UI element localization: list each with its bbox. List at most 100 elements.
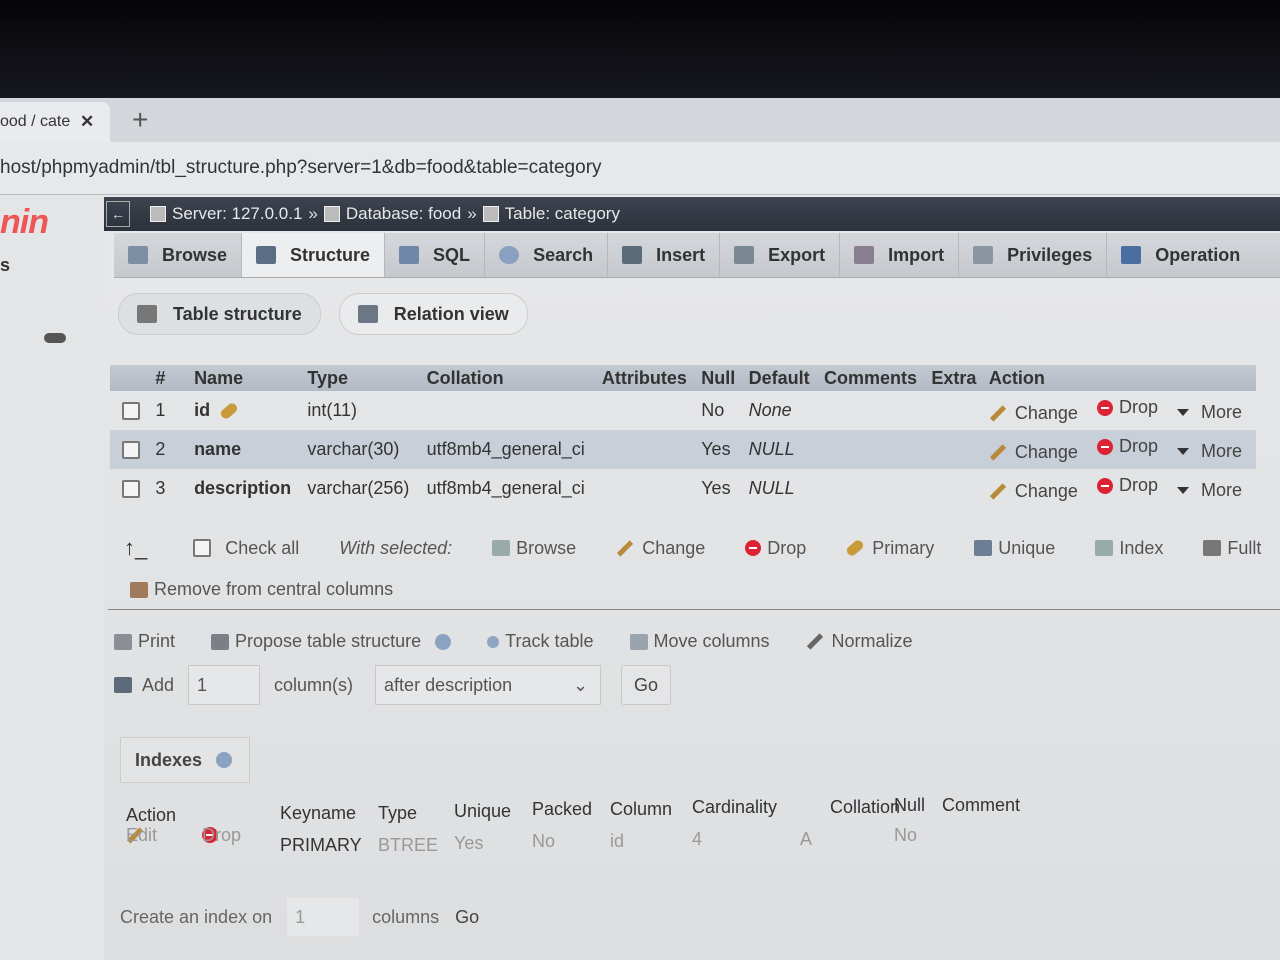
subtab-label: Table structure: [173, 303, 302, 324]
navigation-panel: nin s: [0, 195, 104, 960]
structure-subtabs: Table structure Relation view: [118, 293, 528, 335]
row-number: 3: [155, 478, 166, 498]
nav-home-icon[interactable]: s: [0, 255, 10, 276]
print-button[interactable]: Print: [114, 631, 175, 652]
idx-header-collation: Collation: [830, 797, 901, 817]
create-index-go-button[interactable]: Go: [455, 898, 479, 936]
url-text: host/phpmyadmin/tbl_structure.php?server…: [0, 157, 602, 178]
drop-button[interactable]: Drop: [1096, 475, 1158, 496]
drop-icon: [1096, 438, 1113, 455]
column-default: None: [748, 400, 792, 420]
main-tabs: Browse Structure SQL Search Insert Expor…: [114, 233, 1280, 278]
more-button[interactable]: More: [1176, 480, 1242, 501]
structure-table: # Name Type Collation Attributes Null De…: [110, 365, 1256, 508]
move-columns-button[interactable]: Move columns: [629, 631, 770, 652]
indexes-toggle[interactable]: Indexes: [120, 737, 250, 783]
idx-header-null: Null: [894, 795, 926, 815]
bulk-fulltext-button[interactable]: Fullt: [1203, 538, 1261, 559]
help-icon[interactable]: [435, 633, 452, 650]
column-position-value: after description: [384, 674, 513, 695]
drop-label: Drop: [1118, 436, 1158, 457]
tab-insert[interactable]: Insert: [608, 233, 721, 277]
more-button[interactable]: More: [1176, 441, 1242, 462]
address-bar[interactable]: host/phpmyadmin/tbl_structure.php?server…: [0, 142, 1280, 195]
column-position-select[interactable]: after description ⌄: [375, 665, 602, 705]
breadcrumb-table[interactable]: Table: category: [482, 204, 620, 224]
track-table-button[interactable]: Track table: [487, 631, 594, 652]
bulk-drop-button[interactable]: Drop: [745, 538, 806, 559]
breadcrumb-server[interactable]: Server: 127.0.0.1: [150, 204, 302, 224]
tab-sql[interactable]: SQL: [385, 233, 486, 277]
drop-button[interactable]: Drop: [1096, 397, 1158, 418]
row-checkbox[interactable]: [122, 480, 140, 499]
header-name[interactable]: Name: [194, 365, 308, 391]
change-label: Change: [1014, 480, 1078, 501]
add-count-input[interactable]: 1: [188, 665, 261, 705]
drop-button[interactable]: Drop: [1096, 436, 1158, 457]
breadcrumb-database[interactable]: Database: food: [323, 204, 461, 224]
propose-icon: [211, 633, 230, 650]
idx-header-cardinality: Cardinality: [692, 797, 778, 817]
move-icon: [629, 633, 648, 650]
propose-table-structure-button[interactable]: Propose table structure: [211, 631, 452, 652]
browser-tab[interactable]: ood / cate ✕: [0, 102, 110, 142]
tab-search[interactable]: Search: [485, 233, 609, 277]
row-checkbox[interactable]: [122, 402, 140, 421]
sql-icon: [399, 246, 420, 264]
create-index-count-input[interactable]: 1: [286, 897, 361, 937]
print-icon: [114, 633, 132, 650]
tab-privileges[interactable]: Privileges: [959, 233, 1108, 277]
breadcrumb: ← Server: 127.0.0.1 » Database: food » T…: [104, 197, 1280, 231]
index-cardinality: 4: [692, 829, 703, 849]
tab-export[interactable]: Export: [720, 233, 841, 277]
columns-label: column(s): [274, 674, 354, 695]
check-all[interactable]: Check all: [193, 538, 299, 559]
bulk-fulltext-label: Fullt: [1227, 537, 1262, 558]
change-button[interactable]: Change: [989, 442, 1078, 463]
change-button[interactable]: Change: [989, 403, 1078, 424]
collapse-nav-button[interactable]: ←: [106, 201, 130, 227]
bulk-change-button[interactable]: Change: [616, 538, 705, 559]
new-tab-icon[interactable]: +: [132, 104, 148, 136]
change-label: Change: [1014, 441, 1078, 462]
tab-browse[interactable]: Browse: [114, 233, 243, 277]
add-go-button[interactable]: Go: [621, 665, 672, 705]
create-index-columns-label: columns: [372, 906, 440, 927]
remove-central-columns-button[interactable]: Remove from central columns: [130, 579, 393, 600]
fulltext-icon: [1203, 540, 1222, 556]
tab-structure[interactable]: Structure: [242, 233, 386, 277]
bulk-index-label: Index: [1119, 537, 1164, 558]
bulk-primary-button[interactable]: Primary: [845, 538, 934, 559]
check-all-checkbox[interactable]: [193, 539, 212, 557]
more-button[interactable]: More: [1176, 402, 1242, 423]
column-null: Yes: [701, 478, 731, 498]
bulk-unique-button[interactable]: Unique: [974, 538, 1055, 559]
tab-operations[interactable]: Operation: [1107, 233, 1254, 277]
row-number: 2: [155, 430, 195, 469]
column-name: id: [194, 400, 211, 420]
normalize-button[interactable]: Normalize: [806, 631, 913, 652]
server-icon: [150, 206, 166, 222]
column-default: NULL: [748, 430, 824, 469]
table-structure-button[interactable]: Table structure: [118, 293, 321, 335]
row-checkbox[interactable]: [122, 441, 140, 460]
link-icon[interactable]: [44, 333, 66, 343]
column-null: Yes: [701, 430, 749, 469]
phpmyadmin-logo[interactable]: nin: [0, 203, 49, 242]
relation-view-button[interactable]: Relation view: [338, 293, 528, 335]
column-collation: utf8mb4_general_ci: [426, 430, 602, 469]
tab-import[interactable]: Import: [840, 233, 960, 277]
column-name: description: [194, 478, 292, 498]
add-label: Add: [142, 674, 175, 695]
bulk-index-button[interactable]: Index: [1095, 538, 1163, 559]
table-row: 2 name varchar(30) utf8mb4_general_ci Ye…: [110, 430, 1256, 469]
browser-tab-title: ood / cate: [0, 113, 71, 130]
index-type: BTREE: [378, 835, 439, 855]
help-icon[interactable]: [216, 752, 233, 768]
close-tab-icon[interactable]: ✕: [80, 112, 94, 132]
change-button[interactable]: Change: [989, 481, 1078, 502]
idx-header-packed: Packed: [532, 799, 593, 819]
idx-header-unique: Unique: [454, 801, 512, 821]
bulk-browse-button[interactable]: Browse: [492, 538, 576, 559]
track-icon: [487, 635, 500, 648]
